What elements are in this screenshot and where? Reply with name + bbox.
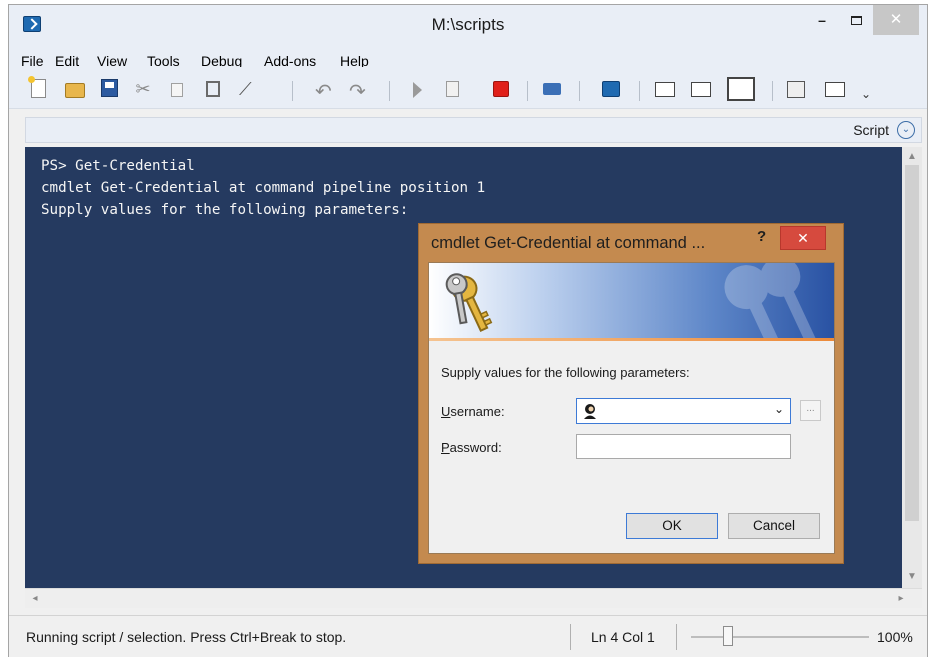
- vertical-scroll-thumb[interactable]: [905, 165, 919, 521]
- maximize-icon: [850, 16, 862, 25]
- redo-icon[interactable]: ↷: [349, 79, 369, 103]
- maximize-button[interactable]: [843, 7, 869, 35]
- powershell-icon[interactable]: [602, 81, 620, 97]
- ok-button[interactable]: OK: [626, 513, 718, 539]
- script-pane-bar: Script ⌄: [25, 117, 922, 143]
- vertical-scrollbar[interactable]: ▲ ▼: [902, 147, 922, 588]
- keys-watermark-icon: [724, 263, 817, 338]
- dialog-body: Supply values for the following paramete…: [428, 262, 835, 554]
- console-output: PS> Get-Credential cmdlet Get-Credential …: [41, 155, 485, 221]
- toolbar-separator: [639, 81, 640, 101]
- username-label-text: sername:: [450, 404, 505, 419]
- undo-icon[interactable]: ↶: [315, 79, 335, 103]
- status-separator: [570, 624, 571, 650]
- scroll-right-icon[interactable]: ▸: [895, 593, 907, 604]
- window-title: M:\scripts: [431, 15, 505, 34]
- remote-powershell-icon[interactable]: [543, 83, 561, 95]
- toolbar-separator: [772, 81, 773, 101]
- close-button[interactable]: ✕: [873, 5, 919, 35]
- paste-icon[interactable]: [206, 81, 220, 97]
- scroll-up-icon[interactable]: ▲: [902, 151, 922, 162]
- zoom-slider-thumb[interactable]: [723, 626, 733, 646]
- show-script-top-icon[interactable]: [655, 82, 675, 97]
- toolbar-separator: [389, 81, 390, 101]
- console-line: PS> Get-Credential: [41, 158, 195, 174]
- scroll-down-icon[interactable]: ▼: [902, 571, 922, 582]
- toolbar-separator: [292, 81, 293, 101]
- banner-accent-line: [429, 338, 834, 341]
- username-combobox[interactable]: ⌄: [576, 398, 791, 424]
- show-command-window-icon[interactable]: [825, 82, 845, 97]
- chevron-down-icon[interactable]: ⌄: [897, 121, 915, 139]
- menu-bar: File Edit View Tools Debug Add-ons Help: [9, 43, 927, 69]
- script-pane-label[interactable]: Script: [853, 122, 889, 138]
- toolbar-separator: [527, 81, 528, 101]
- dialog-banner: [429, 263, 834, 338]
- scroll-left-icon[interactable]: ◂: [29, 593, 41, 604]
- console-line: Supply values for the following paramete…: [41, 202, 409, 218]
- stop-icon[interactable]: [493, 81, 509, 97]
- copy-icon[interactable]: [171, 83, 183, 97]
- status-message: Running script / selection. Press Ctrl+B…: [26, 629, 347, 645]
- username-label: Username:: [441, 404, 505, 419]
- save-icon[interactable]: [101, 79, 118, 97]
- show-script-maximized-icon[interactable]: [727, 77, 755, 101]
- help-button[interactable]: ?: [757, 228, 766, 245]
- cursor-position: Ln 4 Col 1: [591, 629, 655, 645]
- cancel-button[interactable]: Cancel: [728, 513, 820, 539]
- keys-icon: [445, 273, 493, 333]
- password-label: Password:: [441, 440, 502, 455]
- zoom-slider-track[interactable]: [691, 636, 869, 638]
- horizontal-scrollbar[interactable]: ◂ ▸: [25, 588, 922, 608]
- dialog-prompt: Supply values for the following paramete…: [441, 365, 690, 380]
- minimize-button[interactable]: –: [809, 7, 835, 35]
- new-file-icon[interactable]: [28, 76, 46, 98]
- password-field[interactable]: [576, 434, 791, 459]
- console-line: cmdlet Get-Credential at command pipelin…: [41, 180, 486, 196]
- clear-console-icon[interactable]: ⟋: [239, 79, 259, 99]
- toolbar-overflow-icon[interactable]: ⌄: [861, 87, 881, 107]
- zoom-level: 100%: [877, 629, 913, 645]
- dialog-close-button[interactable]: ✕: [780, 226, 826, 250]
- dialog-title: cmdlet Get-Credential at command ...: [431, 234, 706, 252]
- toolbar-separator: [579, 81, 580, 101]
- show-command-addon-icon[interactable]: [787, 81, 805, 98]
- status-separator: [676, 624, 677, 650]
- status-bar: Running script / selection. Press Ctrl+B…: [9, 615, 927, 657]
- chevron-down-icon[interactable]: ⌄: [774, 402, 784, 416]
- run-script-icon[interactable]: [413, 82, 422, 98]
- toolbar: ✂ ⟋ ↶ ↷ ⌄: [9, 67, 927, 109]
- title-bar[interactable]: M:\scripts – ✕: [9, 5, 927, 43]
- password-mnemonic: P: [441, 440, 450, 455]
- username-mnemonic: U: [441, 404, 451, 419]
- password-label-text: assword:: [449, 440, 502, 455]
- browse-credentials-button[interactable]: ...: [800, 400, 821, 421]
- run-selection-icon[interactable]: [446, 81, 459, 97]
- show-script-right-icon[interactable]: [691, 82, 711, 97]
- user-avatar-icon: [584, 404, 596, 419]
- cut-icon[interactable]: ✂: [133, 79, 153, 99]
- open-folder-icon[interactable]: [65, 83, 85, 98]
- credential-dialog: cmdlet Get-Credential at command ... ? ✕: [418, 223, 844, 564]
